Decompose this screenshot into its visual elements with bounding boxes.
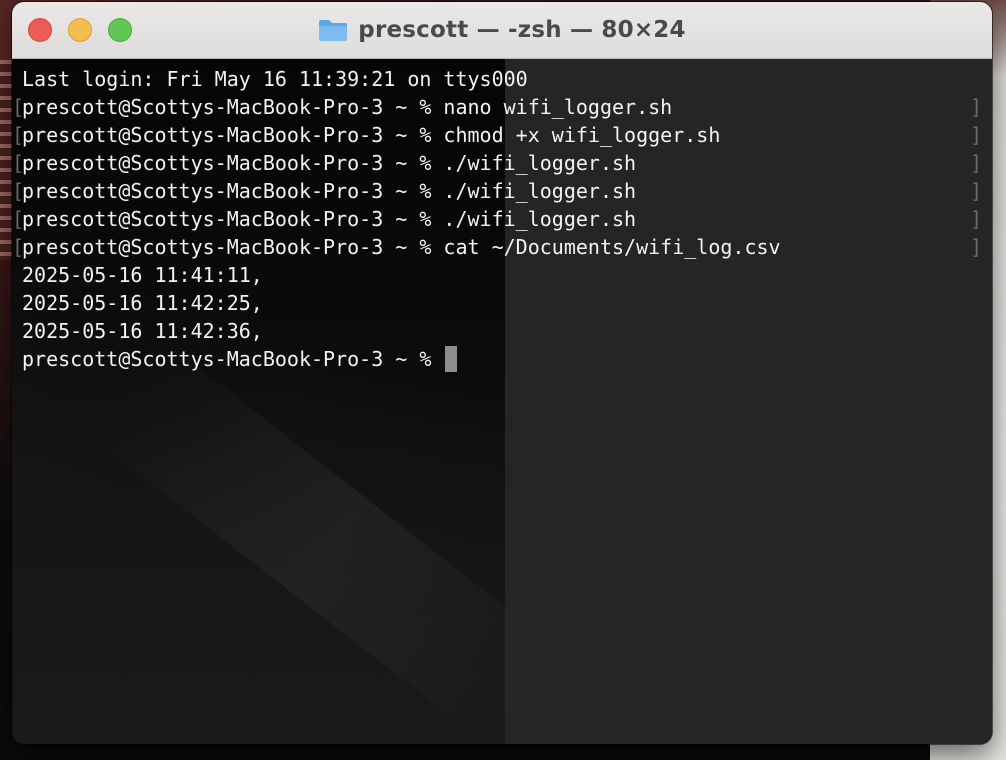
- terminal-line: prescott@Scottys-MacBook-Pro-3 ~ % ./wif…: [12, 177, 982, 205]
- terminal-line: 2025-05-16 11:41:11,: [22, 261, 982, 289]
- terminal-line-text: prescott@Scottys-MacBook-Pro-3 ~ % chmod…: [22, 123, 721, 147]
- mark-bracket-right-icon: ]: [969, 207, 982, 231]
- mark-bracket-left-icon: [: [12, 95, 25, 119]
- terminal-prompt-line[interactable]: prescott@Scottys-MacBook-Pro-3 ~ %: [22, 345, 982, 373]
- window-titlebar[interactable]: prescott — -zsh — 80×24: [12, 2, 992, 59]
- mark-bracket-left-icon: [: [12, 235, 25, 259]
- terminal-line-text: 2025-05-16 11:42:36,: [22, 319, 263, 343]
- terminal-line-text: prescott@Scottys-MacBook-Pro-3 ~ % cat ~…: [22, 235, 781, 259]
- terminal-line: prescott@Scottys-MacBook-Pro-3 ~ % cat ~…: [12, 233, 982, 261]
- terminal-line-text: prescott@Scottys-MacBook-Pro-3 ~ % ./wif…: [22, 151, 637, 175]
- terminal-line: Last login: Fri May 16 11:39:21 on ttys0…: [22, 65, 982, 93]
- mark-bracket-left-icon: [: [12, 151, 25, 175]
- terminal-line: prescott@Scottys-MacBook-Pro-3 ~ % ./wif…: [12, 149, 982, 177]
- terminal-line: 2025-05-16 11:42:36,: [22, 317, 982, 345]
- terminal-content[interactable]: Last login: Fri May 16 11:39:21 on ttys0…: [12, 59, 992, 744]
- mark-bracket-right-icon: ]: [969, 95, 982, 119]
- mark-bracket-left-icon: [: [12, 207, 25, 231]
- terminal-line-text: prescott@Scottys-MacBook-Pro-3 ~ % ./wif…: [22, 207, 637, 231]
- mark-bracket-right-icon: ]: [969, 151, 982, 175]
- terminal-line-text: 2025-05-16 11:41:11,: [22, 263, 263, 287]
- mark-bracket-right-icon: ]: [969, 179, 982, 203]
- terminal-line-text: prescott@Scottys-MacBook-Pro-3 ~ % nano …: [22, 95, 673, 119]
- terminal-output[interactable]: Last login: Fri May 16 11:39:21 on ttys0…: [12, 65, 982, 373]
- window-title-group: prescott — -zsh — 80×24: [12, 2, 992, 58]
- text-cursor: [445, 346, 458, 372]
- terminal-line: 2025-05-16 11:42:25,: [22, 289, 982, 317]
- terminal-line: prescott@Scottys-MacBook-Pro-3 ~ % nano …: [12, 93, 982, 121]
- terminal-line: prescott@Scottys-MacBook-Pro-3 ~ % chmod…: [12, 121, 982, 149]
- terminal-line-text: 2025-05-16 11:42:25,: [22, 291, 263, 315]
- mark-bracket-left-icon: [: [12, 179, 25, 203]
- terminal-line-text: prescott@Scottys-MacBook-Pro-3 ~ % ./wif…: [22, 179, 637, 203]
- mark-bracket-right-icon: ]: [969, 235, 982, 259]
- terminal-line: prescott@Scottys-MacBook-Pro-3 ~ % ./wif…: [12, 205, 982, 233]
- mark-bracket-left-icon: [: [12, 123, 25, 147]
- window-title: prescott — -zsh — 80×24: [358, 17, 686, 43]
- terminal-window: prescott — -zsh — 80×24 Last login: Fri …: [12, 2, 992, 744]
- terminal-prompt: prescott@Scottys-MacBook-Pro-3 ~ %: [22, 347, 444, 371]
- folder-icon: [318, 18, 348, 42]
- mark-bracket-right-icon: ]: [969, 123, 982, 147]
- terminal-line-text: Last login: Fri May 16 11:39:21 on ttys0…: [22, 67, 528, 91]
